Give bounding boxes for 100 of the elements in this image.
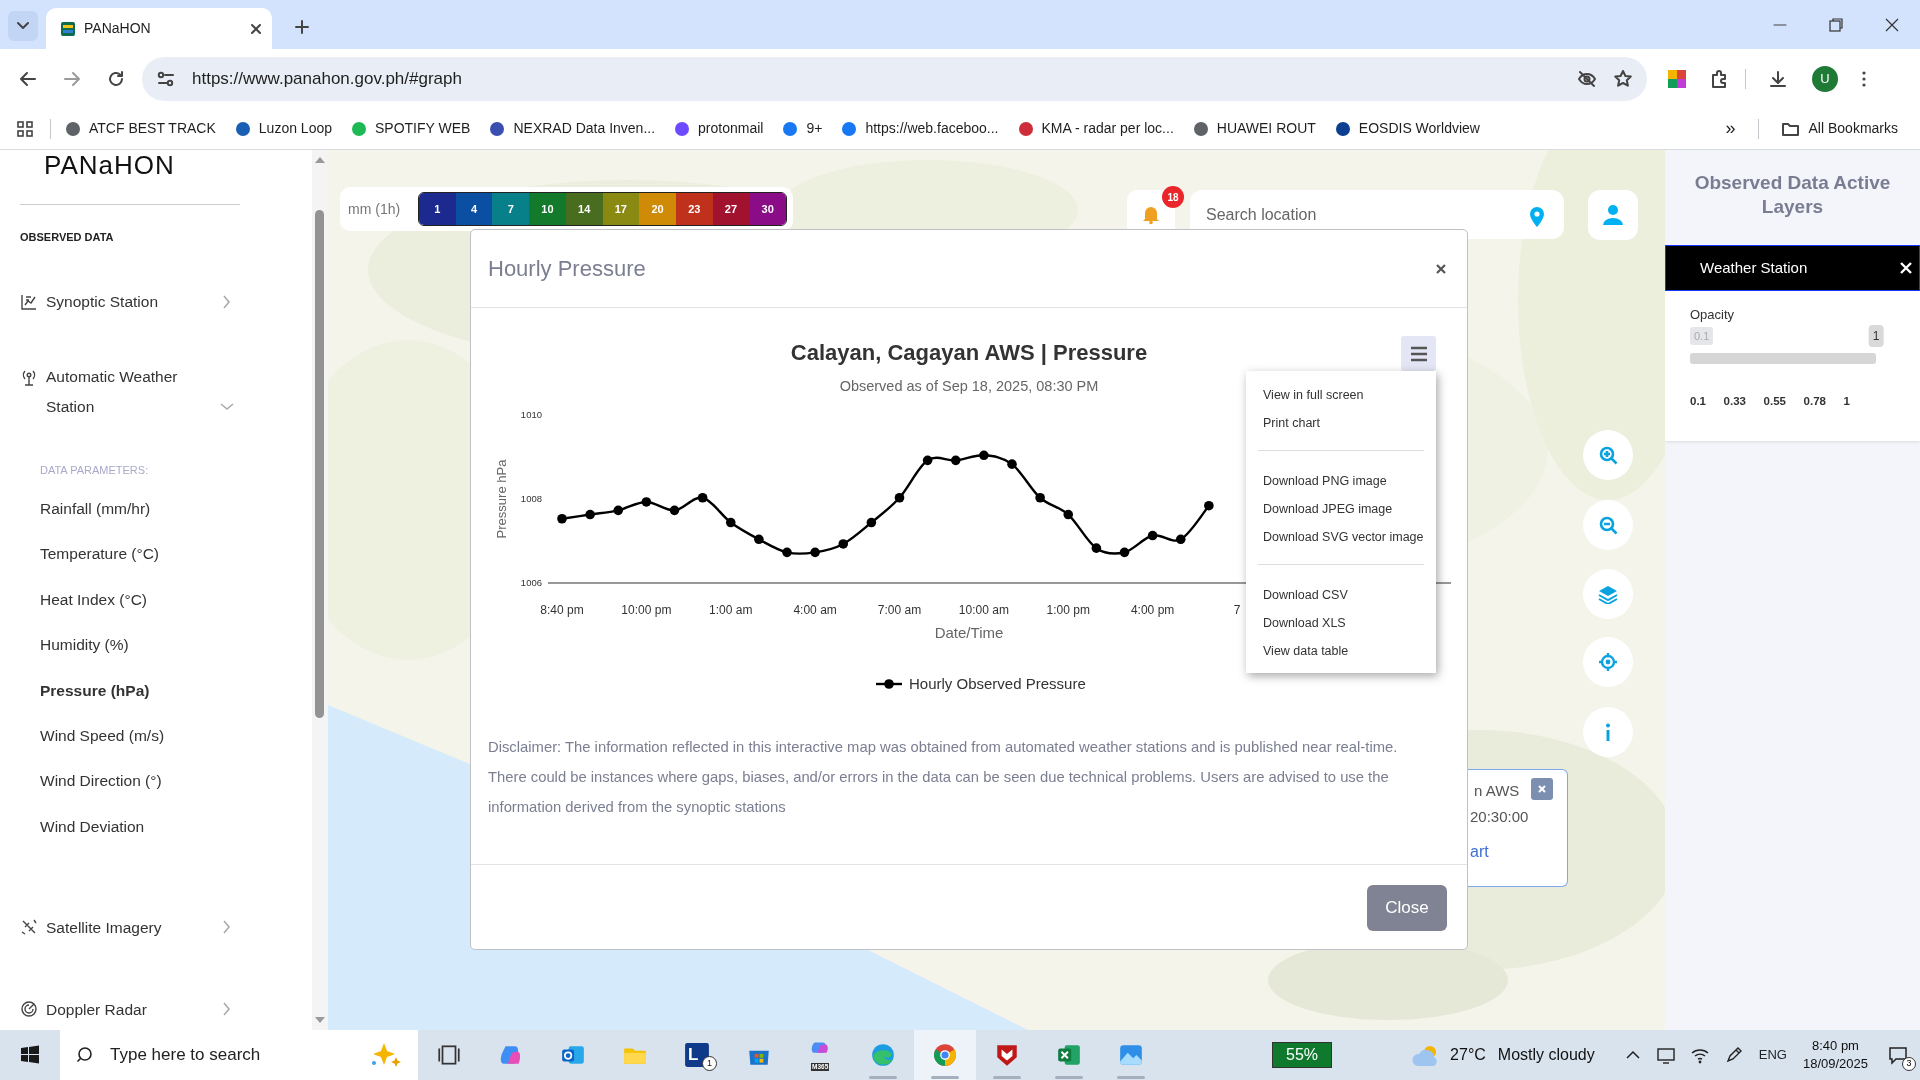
taskbar-app[interactable]: L 1 [666,1030,728,1080]
windows-start-icon[interactable] [20,1045,40,1065]
location-pin-icon[interactable] [1528,204,1546,227]
search-field[interactable]: Type here to search [60,1030,418,1080]
close-button[interactable] [1531,778,1553,800]
pen-icon[interactable] [1724,1046,1743,1064]
menu-item[interactable]: Print chart [1246,409,1436,437]
data-point [669,505,680,516]
parameter-item[interactable]: Humidity (%) [20,622,240,668]
clock-time[interactable]: 8:40 pm [1802,1037,1868,1055]
parameter-item[interactable]: Wind Speed (m/s) [20,712,240,759]
browser-tab[interactable]: PANaHON [46,8,272,49]
scrollbar-thumb[interactable] [315,210,324,718]
sidebar-item[interactable]: Automatic Weather Station [20,361,240,422]
spreadsheet-icon[interactable] [1056,1042,1082,1068]
user-button[interactable] [1588,190,1638,240]
data-point [1204,500,1214,511]
more-bookmarks-button[interactable]: » [1719,112,1742,145]
language-indicator[interactable]: ENG [1758,1045,1787,1065]
parameter-item[interactable]: Wind Direction (°) [20,758,240,804]
star-icon[interactable] [1613,68,1633,89]
menu-item[interactable]: Download XLS [1246,609,1436,637]
clock-date[interactable]: 18/09/2025 [1802,1055,1868,1073]
data-point [894,492,905,503]
axis-label: 1006 [520,577,542,588]
menu-item[interactable]: Download JPEG image [1246,495,1436,523]
favicon-icon [674,120,691,137]
bookmark[interactable]: Luzon Loop [228,115,338,142]
axis-label: 7:00 am [877,603,922,617]
chart-menu-button[interactable] [1401,336,1436,371]
monitor-icon[interactable] [1656,1046,1675,1064]
menu-item[interactable]: View data table [1246,637,1436,665]
close-icon[interactable] [1435,262,1447,275]
close-tab-icon[interactable] [250,22,262,35]
chat-icon [1888,1045,1908,1065]
bookmark[interactable]: ATCF BEST TRACK [59,115,222,142]
all-bookmarks-button[interactable]: All Bookmarks [1774,115,1904,142]
popup-link[interactable]: art [1470,840,1489,864]
task-view-icon[interactable] [436,1042,462,1068]
section-heading: OBSERVED DATA [20,230,115,245]
download-icon[interactable] [1768,68,1788,89]
close-icon [1537,784,1547,794]
sidebar-item[interactable]: Synoptic Station [20,281,240,322]
address-bar[interactable]: https://www.panahon.gov.ph/#graph [142,56,1647,101]
tick-label: 1 [1843,393,1850,409]
app-icon[interactable] [684,1042,710,1068]
parameter-item[interactable]: Heat Index (°C) [20,576,240,623]
extensions-icon[interactable] [1709,68,1729,89]
menu-item[interactable]: View in full screen [1246,381,1436,409]
browser-icon[interactable] [932,1042,958,1068]
bookmark[interactable]: protonmail [668,115,770,142]
bookmark[interactable]: https://web.faceboo... [835,115,1005,142]
tick-label: 0.78 [1803,393,1826,409]
data-point [1119,547,1130,558]
bookmark[interactable]: HUAWEI ROUT [1186,115,1322,142]
menu-item[interactable]: Download SVG vector image [1246,523,1436,551]
bookmark[interactable]: EOSDIS Worldview [1328,115,1486,142]
parameter-item[interactable]: Wind Deviation [20,803,240,850]
parameter-item[interactable]: Rainfall (mm/hr) [20,486,240,532]
browser-icon[interactable] [870,1042,896,1068]
apps-icon[interactable] [16,119,34,138]
eye-off-icon[interactable] [1577,68,1597,89]
wifi-icon[interactable] [1690,1046,1709,1064]
data-point [810,547,820,558]
bookmark[interactable]: SPOTIFY WEB [345,115,477,142]
zoom-in-icon[interactable] [1598,445,1618,465]
locate-icon[interactable] [1598,652,1618,672]
data-point [585,509,595,520]
menu-item[interactable]: Download CSV [1246,581,1436,609]
favicon-icon [351,120,367,137]
color-extension-icon[interactable] [1667,68,1687,89]
layers-icon[interactable] [1598,584,1618,604]
sidebar-item[interactable]: Satellite Imagery [20,907,240,948]
sidebar-item[interactable]: Doppler Radar [20,989,240,1030]
profile-avatar[interactable]: U [1812,65,1838,92]
close-icon[interactable] [1884,16,1900,33]
slider-thumb[interactable]: 1 [1868,324,1884,347]
popup-text: 20:30:00 [1470,807,1529,827]
tab-list-button[interactable] [8,11,38,41]
parameter-item[interactable]: Pressure (hPa) [20,667,240,713]
reload-icon[interactable] [106,68,126,89]
zoom-out-icon[interactable] [1598,515,1618,535]
slider-fill[interactable] [1690,352,1876,364]
bookmark[interactable]: KMA - radar per loc... [1011,115,1180,142]
shield-icon[interactable] [994,1042,1020,1068]
restore-icon[interactable] [1828,16,1844,33]
favicon-icon [65,120,81,137]
menu-item[interactable]: Download PNG image [1246,467,1436,495]
close-button[interactable]: Close [1367,884,1447,931]
sidebar-icon [20,1000,38,1019]
bookmark[interactable]: 9+ [776,115,829,142]
photo-icon[interactable] [1118,1042,1144,1068]
new-tab-icon[interactable] [294,19,310,35]
scrollbar[interactable] [312,150,328,1030]
bookmark[interactable]: NEXRAD Data Inven... [483,115,662,142]
data-point [782,547,792,558]
favicon-icon [782,120,799,137]
parameter-item[interactable]: Temperature (°C) [20,531,240,577]
data-point [1175,534,1186,545]
axis-label: 10:00 pm [621,603,672,617]
